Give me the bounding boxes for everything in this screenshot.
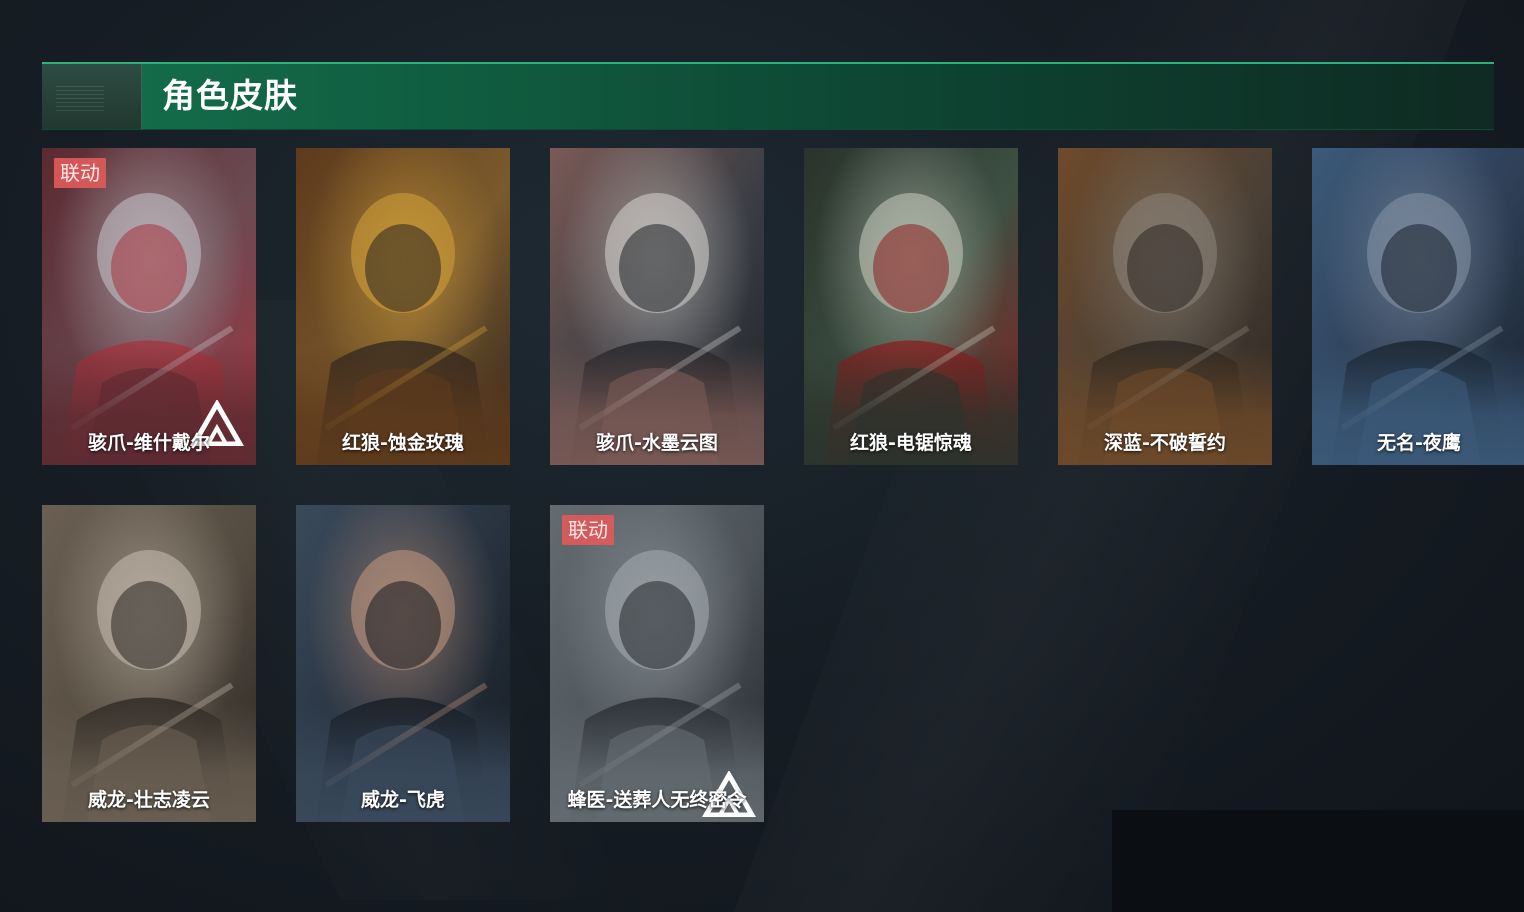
skin-card[interactable]: 威龙-壮志凌云: [42, 505, 256, 822]
corner-shadow: [1112, 810, 1524, 912]
skin-card[interactable]: 红狼-蚀金玫瑰: [296, 148, 510, 465]
skin-name: 威龙-壮志凌云: [88, 789, 210, 811]
skin-name: 骇爪-维什戴尔: [88, 432, 210, 454]
section-header: 角色皮肤: [42, 62, 1494, 130]
skin-card[interactable]: 威龙-飞虎: [296, 505, 510, 822]
skin-name: 深蓝-不破誓约: [1104, 432, 1226, 454]
skin-name: 蜂医-送葬人无终密令: [567, 789, 747, 811]
skin-card[interactable]: 联动蜂医-送葬人无终密令: [550, 505, 764, 822]
skin-name: 红狼-电锯惊魂: [850, 432, 972, 454]
collab-badge: 联动: [562, 515, 614, 545]
skin-card[interactable]: 骇爪-水墨云图: [550, 148, 764, 465]
collab-badge: 联动: [54, 158, 106, 188]
skin-card[interactable]: 深蓝-不破誓约: [1058, 148, 1272, 465]
skin-name: 无名-夜鹰: [1377, 432, 1461, 454]
section-title: 角色皮肤: [162, 76, 298, 115]
skin-card[interactable]: 无名-夜鹰: [1312, 148, 1524, 465]
skin-name: 红狼-蚀金玫瑰: [342, 432, 464, 454]
skin-name: 威龙-飞虎: [361, 789, 445, 811]
header-decor-block: [42, 64, 142, 129]
skin-name: 骇爪-水墨云图: [596, 432, 718, 454]
skin-card[interactable]: 联动骇爪-维什戴尔: [42, 148, 256, 465]
header-decor-lines: [56, 86, 104, 112]
skin-card[interactable]: 红狼-电锯惊魂: [804, 148, 1018, 465]
